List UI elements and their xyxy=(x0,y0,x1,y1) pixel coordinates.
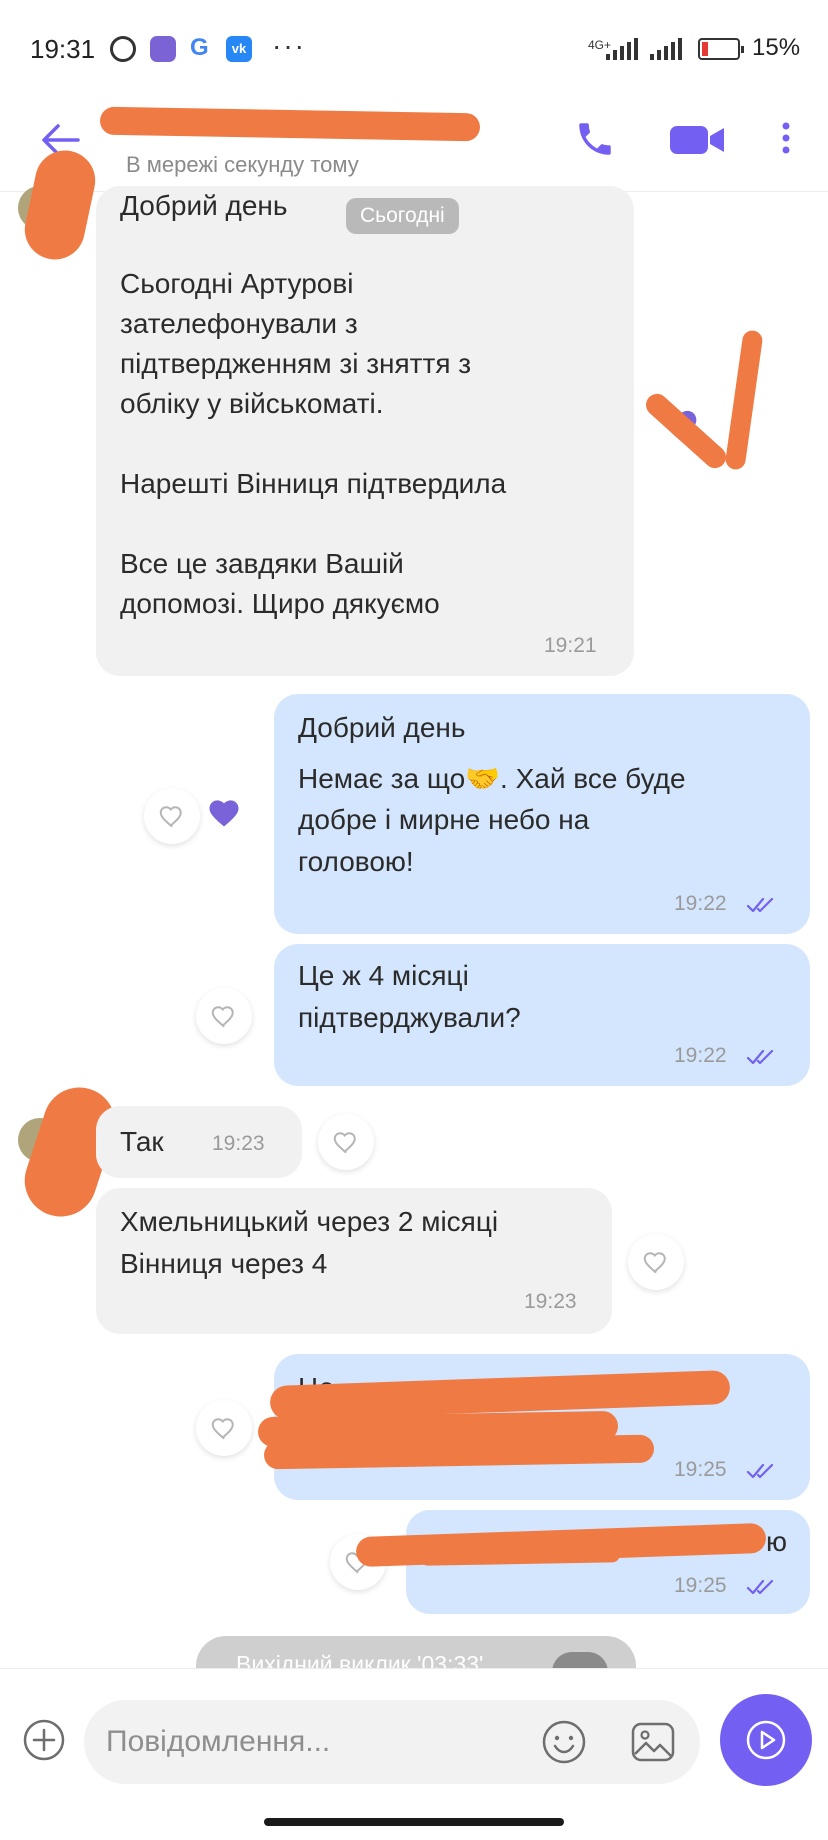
video-call-icon[interactable] xyxy=(668,120,726,160)
vk-notification-icon: vk xyxy=(226,36,252,62)
message-time: 19:22 xyxy=(674,892,727,915)
message-time: 19:25 xyxy=(674,1458,727,1481)
battery-percent: 15% xyxy=(752,34,801,61)
emoji-icon[interactable] xyxy=(540,1718,588,1766)
message-text: Так xyxy=(120,1126,164,1157)
like-button[interactable] xyxy=(144,788,200,844)
more-options-icon[interactable] xyxy=(776,118,796,158)
message-text: Нарешті Вінниця підтвердила xyxy=(120,468,507,499)
message-text: головою! xyxy=(298,846,414,877)
read-ticks-icon xyxy=(746,1462,780,1480)
read-ticks-icon xyxy=(746,896,780,914)
add-attachment-icon[interactable] xyxy=(22,1718,66,1762)
message-text: добре і мирне небо на xyxy=(298,804,590,835)
like-button[interactable] xyxy=(196,1400,252,1456)
message-input[interactable] xyxy=(106,1716,506,1768)
read-ticks-icon xyxy=(746,1048,780,1066)
heart-reaction-icon[interactable] xyxy=(206,796,242,828)
like-button[interactable] xyxy=(196,988,252,1044)
viber-notification-icon xyxy=(150,36,176,62)
message-text: ю xyxy=(766,1526,787,1557)
signal-icon-sim1 xyxy=(606,38,638,60)
message-time: 19:23 xyxy=(212,1132,265,1155)
message-text: Це ж 4 місяці xyxy=(298,960,469,991)
home-indicator[interactable] xyxy=(264,1818,564,1826)
message-text: підтверджували? xyxy=(298,1002,521,1033)
battery-icon xyxy=(698,38,744,60)
message-text: Немає за що🤝. Хай все буде xyxy=(298,763,686,794)
message-text: зателефонували з xyxy=(120,308,358,339)
phone-call-icon[interactable] xyxy=(574,118,616,160)
like-button[interactable] xyxy=(318,1114,374,1170)
message-text: Сьогодні Артурові xyxy=(120,268,354,299)
alarm-icon xyxy=(110,36,136,62)
message-text: підтвердженням зі зняття з xyxy=(120,348,472,379)
message-text: Все це завдяки Вашій xyxy=(120,548,404,579)
more-notifications-icon: ··· xyxy=(272,30,306,61)
date-badge: Сьогодні xyxy=(346,198,459,234)
message-text: Добрий день xyxy=(120,190,288,221)
google-notification-icon: G xyxy=(190,34,209,61)
message-text: Хмельницький через 2 місяці xyxy=(120,1206,499,1237)
like-button[interactable] xyxy=(628,1234,684,1290)
redaction-mark xyxy=(724,329,764,471)
message-text: допомозі. Щиро дякуємо xyxy=(120,588,440,619)
message-text: Добрий день xyxy=(298,712,466,743)
status-time: 19:31 xyxy=(30,34,96,64)
read-ticks-icon xyxy=(746,1578,780,1596)
message-time: 19:23 xyxy=(524,1290,577,1313)
redaction-mark xyxy=(641,389,731,473)
gallery-icon[interactable] xyxy=(630,1720,676,1764)
signal-icon-sim2 xyxy=(650,38,682,60)
contact-status: В мережі секунду тому xyxy=(126,152,359,177)
message-time: 19:25 xyxy=(674,1574,727,1597)
message-text: обліку у військоматі. xyxy=(120,388,384,419)
message-time: 19:21 xyxy=(544,634,597,657)
send-button[interactable] xyxy=(720,1694,812,1786)
message-time: 19:22 xyxy=(674,1044,727,1067)
message-text: Вінниця через 4 xyxy=(120,1248,328,1279)
